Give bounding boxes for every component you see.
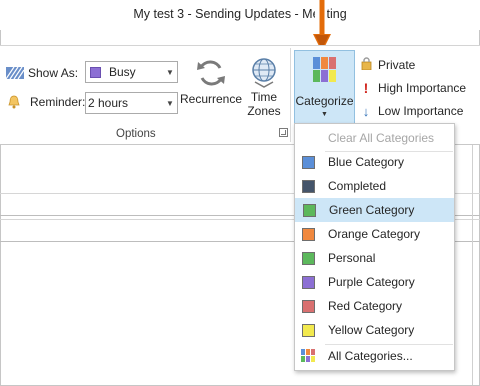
categorize-icon [313, 57, 337, 83]
menu-item-label: Yellow Category [328, 323, 415, 337]
chevron-down-icon: ▼ [166, 67, 174, 77]
show-as-dropdown[interactable]: Busy ▼ [85, 61, 178, 83]
recurrence-button[interactable]: Recurrence [180, 56, 242, 126]
chevron-down-icon: ▼ [321, 111, 328, 118]
menu-item-purple-category[interactable]: Purple Category [295, 270, 454, 294]
private-button[interactable]: Private [360, 56, 415, 74]
menu-item-red-category[interactable]: Red Category [295, 294, 454, 318]
title-bar: My test 3 - Sending Updates - Meeting [0, 0, 480, 30]
high-importance-label: High Importance [378, 81, 467, 95]
low-importance-button[interactable]: ↓ Low Importance [360, 102, 464, 120]
categorize-button[interactable]: Categorize ▼ [294, 50, 355, 124]
menu-item-all-categories[interactable]: All Categories... [295, 344, 454, 368]
globe-icon [252, 58, 276, 88]
categorize-label: Categorize [295, 94, 354, 108]
all-categories-icon [301, 349, 315, 363]
reminder-value: 2 hours [88, 96, 129, 110]
private-label: Private [378, 58, 416, 72]
menu-item-green-category[interactable]: Green Category [295, 198, 454, 222]
recurrence-label: Recurrence [180, 92, 243, 106]
all-categories-label: All Categories... [328, 349, 413, 363]
menu-item-yellow-category[interactable]: Yellow Category [295, 318, 454, 342]
chevron-down-icon: ▼ [166, 98, 174, 108]
menu-item-label: Blue Category [328, 155, 405, 169]
menu-item-label: Completed [328, 179, 387, 193]
bell-icon [8, 95, 20, 109]
yellow-swatch-icon [302, 323, 315, 337]
green-swatch-icon [303, 203, 316, 217]
menu-item-completed[interactable]: Completed [295, 174, 454, 198]
reminder-row: Reminder: [8, 91, 85, 113]
menu-item-label: Purple Category [328, 275, 415, 289]
menu-item-label: Green Category [329, 203, 415, 217]
arrow-down-icon: ↓ [362, 103, 370, 119]
busy-swatch-icon [90, 66, 101, 78]
time-zones-label-2: Zones [247, 104, 281, 118]
high-importance-button[interactable]: ! High Importance [360, 79, 466, 97]
group-separator [290, 48, 291, 142]
show-as-value: Busy [109, 65, 136, 79]
orange-swatch-icon [302, 227, 315, 241]
blue-swatch-icon [302, 155, 315, 169]
menu-item-label: Personal [328, 251, 376, 265]
time-zones-label-1: Time [250, 90, 278, 104]
exclamation-icon: ! [363, 80, 369, 96]
menu-item-label: Red Category [328, 299, 403, 313]
menu-item-label: Orange Category [328, 227, 421, 241]
show-as-label: Show As: [28, 66, 79, 80]
reminder-label: Reminder: [30, 95, 86, 109]
form-edge [472, 145, 473, 385]
menu-item-personal[interactable]: Personal [295, 246, 454, 270]
options-group-label: Options [116, 128, 156, 140]
dialog-launcher-icon[interactable] [279, 128, 288, 137]
personal-swatch-icon [302, 251, 315, 265]
lock-icon [360, 57, 372, 73]
purple-swatch-icon [302, 275, 315, 289]
show-as-row: Show As: [5, 62, 79, 84]
window-title: My test 3 - Sending Updates - Meeting [133, 7, 347, 21]
categorize-menu: Clear All Categories Blue Category Compl… [294, 123, 455, 371]
recurrence-icon [197, 60, 225, 86]
time-zones-button[interactable]: Time Zones [244, 56, 284, 126]
red-swatch-icon [302, 299, 315, 313]
low-importance-label: Low Importance [378, 104, 464, 118]
menu-item-orange-category[interactable]: Orange Category [295, 222, 454, 246]
clear-all-label: Clear All Categories [328, 131, 435, 145]
clear-all-categories-item[interactable]: Clear All Categories [295, 126, 454, 150]
completed-swatch-icon [302, 179, 315, 193]
reminder-dropdown[interactable]: 2 hours ▼ [85, 92, 178, 114]
show-as-icon [5, 66, 25, 80]
menu-item-blue-category[interactable]: Blue Category [295, 150, 454, 174]
